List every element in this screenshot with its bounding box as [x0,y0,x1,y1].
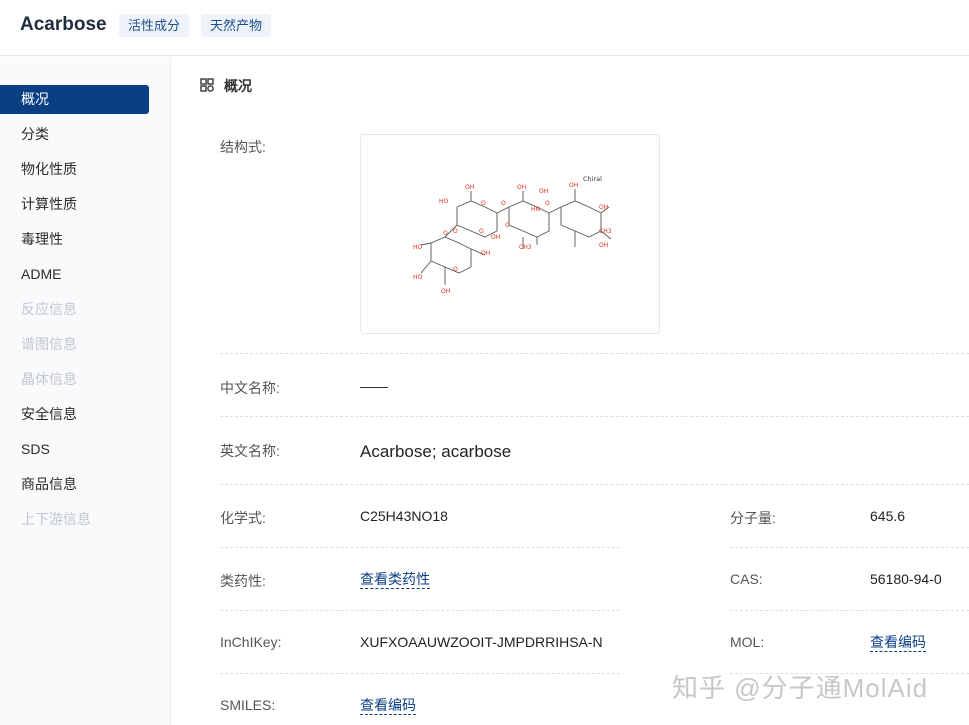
view-mol-code-link[interactable]: 查看编码 [870,634,926,652]
tag-natural-product[interactable]: 天然产物 [201,14,272,37]
cas-label: CAS: [730,571,763,587]
inchikey-label: InChIKey: [220,634,282,650]
chinese-name-value: —— [360,378,388,394]
atom-label: HO [413,244,423,251]
tag-active-ingredient[interactable]: 活性成分 [119,14,190,37]
atom-label: CH3 [519,244,532,251]
atom-label: O [453,266,458,273]
atom-label: O [479,228,484,235]
atom-label: O [453,228,458,235]
atom-label: OH [569,182,578,189]
row-divider [220,610,620,611]
cas-value: 56180-94-0 [870,571,942,587]
atom-label: O [443,230,448,237]
molecule-structure-drawing: OH OH OH OH HO O O O HN O O O O OH CH3 O… [413,175,612,295]
grid-icon [200,78,214,92]
sidebar-item-adme[interactable]: ADME [0,260,149,289]
sidebar-item-toxicity[interactable]: 毒理性 [0,225,149,254]
atom-label: OH [465,184,474,191]
row-divider [730,610,969,611]
page-header: Acarbose 活性成分 天然产物 [0,0,969,56]
chinese-name-label: 中文名称: [220,380,280,396]
atom-label: O [505,222,510,229]
mol-weight-value: 645.6 [870,508,906,524]
atom-label: OH [539,188,548,195]
atom-label: HO [439,198,449,205]
atom-label: OH [491,234,500,241]
structure-image[interactable]: OH OH OH OH HO O O O HN O O O O OH CH3 O… [360,134,660,334]
atom-label: HO [413,274,423,281]
atom-label: OH [599,242,608,249]
sidebar-item-physchem[interactable]: 物化性质 [0,155,149,184]
row-divider [220,547,620,548]
smiles-label: SMILES: [220,697,276,713]
formula-value: C25H43NO18 [360,508,448,524]
chiral-label: Chiral [583,175,602,183]
atom-label: OH [599,204,608,211]
sidebar-nav: 概况 分类 物化性质 计算性质 毒理性 ADME 反应信息 谱图信息 晶体信息 … [0,57,171,725]
formula-label: 化学式: [220,510,266,526]
compound-title: Acarbose [20,14,107,35]
sidebar-item-crystal: 晶体信息 [21,371,77,387]
sidebar-item-overview[interactable]: 概况 [0,85,149,114]
atom-label: O [545,200,550,207]
sidebar-item-reactions: 反应信息 [21,301,77,317]
row-divider [220,353,969,354]
english-name-label: 英文名称: [220,443,280,459]
structure-label: 结构式: [220,139,266,155]
atom-label: O [481,200,486,207]
sidebar-item-upstream-downstream: 上下游信息 [21,511,91,527]
section-title: 概况 [224,78,252,94]
druglikeness-label: 类药性: [220,573,266,589]
view-druglikeness-link[interactable]: 查看类药性 [360,571,430,589]
sidebar-item-computed[interactable]: 计算性质 [0,190,149,219]
sidebar-item-products[interactable]: 商品信息 [0,470,149,499]
row-divider [220,484,969,485]
row-divider [730,547,969,548]
row-divider [220,416,969,417]
sidebar-item-sds[interactable]: SDS [0,435,149,464]
sidebar-item-spectra: 谱图信息 [21,336,77,352]
atom-label: CH3 [599,228,612,235]
atom-label: OH [441,288,450,295]
view-smiles-code-link[interactable]: 查看编码 [360,697,416,715]
sidebar-item-safety[interactable]: 安全信息 [0,400,149,429]
english-name-value: Acarbose; acarbose [360,442,512,461]
row-divider [220,673,620,674]
inchikey-value: XUFXOAAUWZOOIT-JMPDRRIHSA-N [360,634,603,650]
atom-label: OH [517,184,526,191]
atom-label: OH [481,250,490,257]
sidebar-item-classification[interactable]: 分类 [0,120,149,149]
atom-label: HN [531,206,540,213]
watermark: 知乎 @分子通MolAid [672,673,929,703]
atom-label: O [501,200,506,207]
mol-label: MOL: [730,634,765,650]
mol-weight-label: 分子量: [730,510,776,526]
